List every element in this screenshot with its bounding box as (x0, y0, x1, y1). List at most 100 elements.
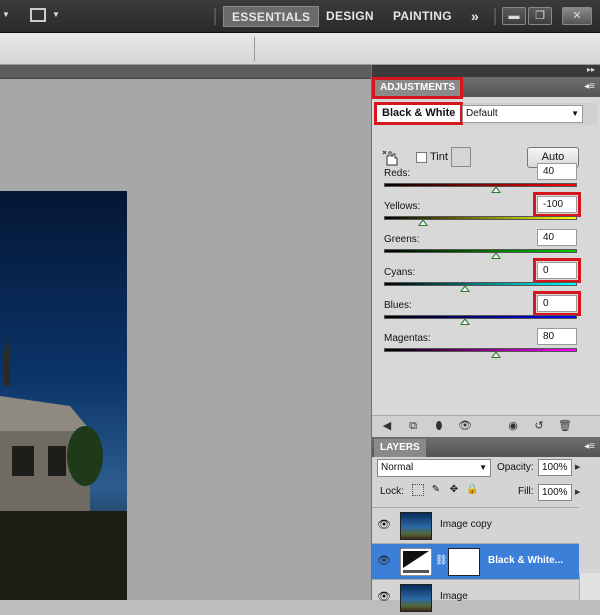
opacity-input[interactable]: 100% (538, 459, 572, 476)
slider-value-input[interactable]: -100 (533, 192, 581, 217)
lock-all-icon[interactable]: 🔒 (466, 484, 478, 496)
chevron-down-icon: ▼ (571, 109, 579, 118)
opacity-label: Opacity: (497, 462, 534, 473)
layer-name: Image copy (440, 519, 492, 530)
workspace-painting[interactable]: PAINTING (385, 6, 460, 27)
adjustments-footer: ◀ ⧉ ⬮ 👁 ◉ ↺ 🗑 (372, 415, 600, 437)
slider-thumb[interactable] (417, 219, 428, 226)
layer-mask-thumbnail[interactable] (448, 548, 480, 576)
panel-menu-icon[interactable]: ◂≡ (584, 81, 595, 92)
layer-name: Image (440, 591, 468, 602)
application-bar: ▼ ▼ ESSENTIALS DESIGN PAINTING » ▬ ❐ ✕ (0, 0, 600, 33)
link-chain-icon[interactable]: ⛓ (435, 555, 448, 566)
tab-adjustments[interactable]: ADJUSTMENTS (371, 77, 464, 99)
targeted-adjustment-hand-icon[interactable] (382, 149, 400, 167)
chevron-down-icon: ▼ (479, 463, 487, 472)
slider-thumb[interactable] (490, 186, 501, 193)
dropdown-arrow-icon[interactable]: ▼ (2, 10, 10, 19)
layer-row-selected[interactable]: 👁 ⛓ Black & White... (372, 543, 579, 579)
separator (214, 8, 216, 25)
expanded-view-icon[interactable]: ⧉ (406, 419, 420, 433)
slider-track[interactable] (384, 216, 577, 220)
slider-label: Yellows: (384, 201, 421, 212)
slider-track[interactable] (384, 183, 577, 187)
visibility-eye-icon[interactable]: 👁 (458, 419, 472, 433)
preset-value: Default (466, 108, 498, 119)
layer-row[interactable]: 👁 Image copy (372, 507, 579, 543)
layer-thumbnail (400, 584, 432, 612)
slider-value-input[interactable]: 0 (533, 291, 581, 316)
slider-track[interactable] (384, 315, 577, 319)
panel-dock: ▸▸ ADJUSTMENTS ◂≡ Black & White Default … (371, 65, 600, 612)
tint-label: Tint (430, 151, 448, 163)
image-canvas[interactable] (0, 191, 127, 600)
dock-collapse-strip: ▸▸ (372, 65, 600, 77)
separator (254, 37, 255, 61)
back-arrow-icon[interactable]: ◀ (380, 419, 394, 433)
fill-arrow-icon[interactable]: ▶ (575, 484, 585, 501)
panel-title: Black & White (373, 102, 464, 125)
slider-label: Greens: (384, 234, 420, 245)
screen-mode-dropdown-icon[interactable]: ▼ (52, 10, 60, 19)
options-bar (0, 33, 600, 65)
lock-pixels-icon[interactable]: ✎ (430, 484, 442, 496)
slider-label: Cyans: (384, 267, 416, 278)
collapse-arrows-icon[interactable]: ▸▸ (587, 65, 595, 74)
tab-layers[interactable]: LAYERS (374, 439, 426, 457)
visibility-eye-icon[interactable]: 👁 (376, 518, 392, 532)
blend-mode-dropdown[interactable]: Normal ▼ (377, 459, 491, 477)
workspace-design[interactable]: DESIGN (318, 6, 382, 27)
slider-magentas: Magentas: 80 (378, 328, 590, 366)
slider-value-input[interactable]: 80 (537, 328, 577, 345)
fill-label: Fill: (518, 486, 534, 497)
layers-panel: LAYERS ◂≡ Normal ▼ Opacity: 100% ▶ Lock:… (372, 437, 600, 612)
adjustments-panel: ADJUSTMENTS ◂≡ Black & White Default ▼ T… (371, 77, 600, 437)
tint-checkbox[interactable] (416, 152, 427, 163)
slider-thumb[interactable] (460, 285, 471, 292)
adjustment-layer-icon (400, 548, 432, 576)
preset-dropdown[interactable]: Default ▼ (462, 105, 583, 123)
separator (494, 8, 496, 25)
slider-thumb[interactable] (490, 252, 501, 259)
layers-tab-row: LAYERS ◂≡ (372, 437, 600, 457)
slider-value-input[interactable]: 0 (533, 258, 581, 283)
screen-mode-icon[interactable] (30, 8, 46, 22)
more-workspaces-icon[interactable]: » (463, 6, 487, 27)
layer-row[interactable]: 👁 Image (372, 579, 579, 615)
layer-name: Black & White... (488, 555, 564, 566)
tint-color-swatch[interactable] (451, 147, 471, 167)
clip-to-layer-icon[interactable]: ⬮ (432, 419, 446, 433)
document-tab-bar (0, 65, 371, 79)
layers-scrollbar[interactable] (579, 573, 600, 600)
minimize-button[interactable]: ▬ (502, 7, 526, 25)
fill-input[interactable]: 100% (538, 484, 572, 501)
slider-track[interactable] (384, 282, 577, 286)
slider-track[interactable] (384, 348, 577, 352)
slider-label: Blues: (384, 300, 412, 311)
adjustments-tab-row: ADJUSTMENTS ◂≡ (371, 77, 600, 99)
lock-position-icon[interactable]: ✥ (448, 484, 460, 496)
lock-label: Lock: (380, 486, 404, 497)
visibility-eye-icon[interactable]: 👁 (376, 590, 392, 604)
layer-thumbnail (400, 512, 432, 540)
view-previous-state-icon[interactable]: ◉ (506, 419, 520, 433)
close-button[interactable]: ✕ (562, 7, 592, 25)
slider-value-input[interactable]: 40 (537, 163, 577, 180)
reset-icon[interactable]: ↺ (532, 419, 546, 433)
blend-mode-value: Normal (381, 462, 414, 473)
adjustment-header: Black & White Default ▼ (373, 102, 597, 125)
document-area (0, 65, 371, 600)
slider-track[interactable] (384, 249, 577, 253)
slider-thumb[interactable] (490, 351, 501, 358)
slider-label: Magentas: (384, 333, 431, 344)
opacity-arrow-icon[interactable]: ▶ (575, 459, 585, 476)
panel-menu-icon[interactable]: ◂≡ (584, 441, 595, 452)
barn-photo (0, 339, 127, 600)
restore-button[interactable]: ❐ (528, 7, 552, 25)
trash-icon[interactable]: 🗑 (558, 419, 572, 433)
lock-transparency-icon[interactable] (412, 484, 424, 496)
slider-value-input[interactable]: 40 (537, 229, 577, 246)
workspace-essentials[interactable]: ESSENTIALS (223, 6, 320, 27)
slider-thumb[interactable] (460, 318, 471, 325)
visibility-eye-icon[interactable]: 👁 (376, 554, 392, 568)
